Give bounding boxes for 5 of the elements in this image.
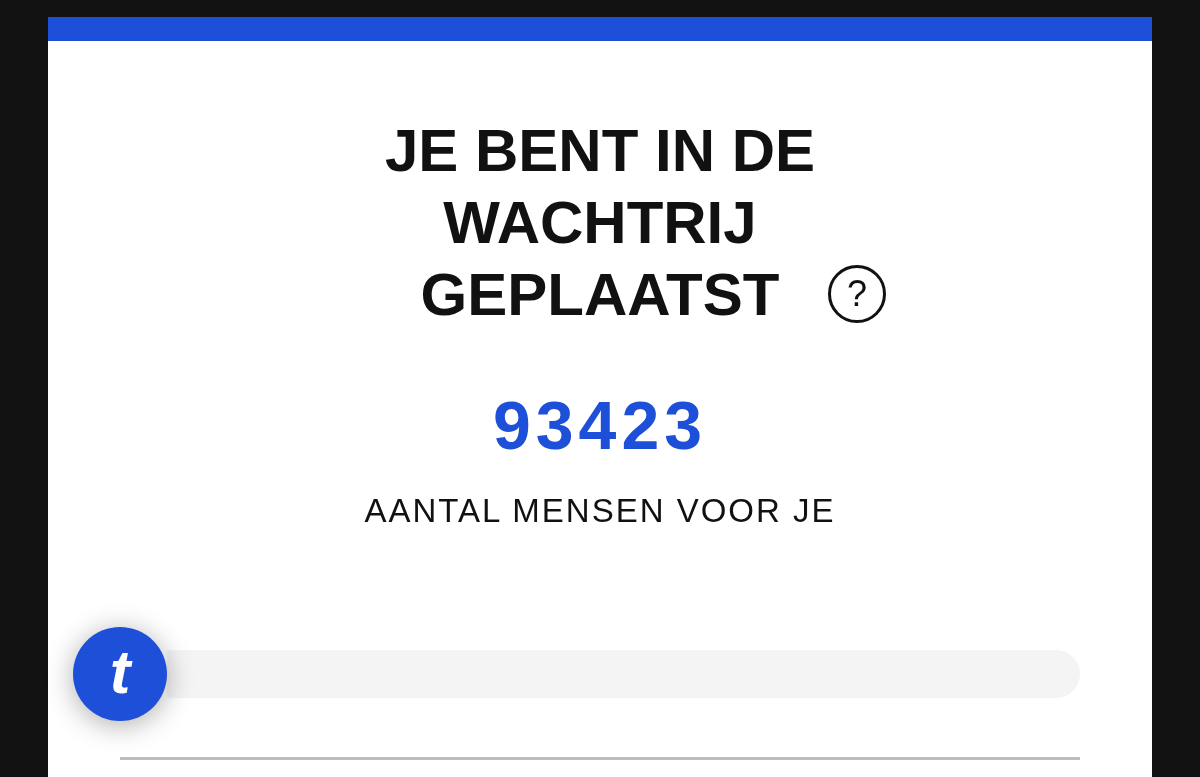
queue-title: JE BENT IN DE WACHTRIJ GEPLAATST xyxy=(383,116,817,330)
people-ahead-label: AANTAL MENSEN VOOR JE xyxy=(364,492,836,530)
help-icon[interactable]: ? xyxy=(828,265,886,323)
progress-marker: t xyxy=(73,627,167,721)
people-ahead-count: 93423 xyxy=(492,386,708,464)
